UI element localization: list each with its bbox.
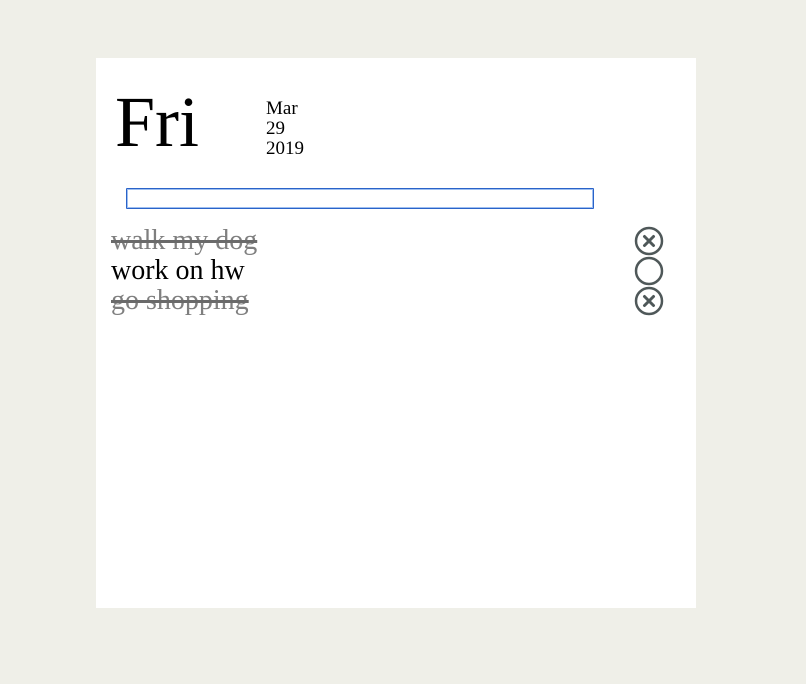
- todo-item: go shopping: [111, 286, 667, 316]
- year-label: 2019: [266, 138, 304, 159]
- todo-toggle-button[interactable]: [634, 226, 664, 256]
- new-todo-input[interactable]: [126, 188, 594, 209]
- todo-toggle-button[interactable]: [634, 286, 664, 316]
- date-label: 29: [266, 118, 285, 139]
- todo-item: walk my dog: [111, 226, 667, 256]
- x-circle-icon: [634, 226, 664, 256]
- todo-card: Fri Mar 29 2019 walk my dog work on hw g…: [96, 58, 696, 608]
- date-block: Mar 29 2019: [266, 99, 304, 159]
- todo-text[interactable]: walk my dog: [111, 226, 257, 256]
- x-circle-icon: [634, 286, 664, 316]
- day-of-week: Fri: [115, 82, 200, 162]
- month-label: Mar: [266, 98, 298, 119]
- todo-list: walk my dog work on hw go shopping: [111, 226, 667, 316]
- todo-item: work on hw: [111, 256, 667, 286]
- todo-toggle-button[interactable]: [634, 256, 664, 286]
- empty-circle-icon: [634, 256, 664, 286]
- todo-text[interactable]: work on hw: [111, 256, 245, 286]
- todo-text[interactable]: go shopping: [111, 286, 249, 316]
